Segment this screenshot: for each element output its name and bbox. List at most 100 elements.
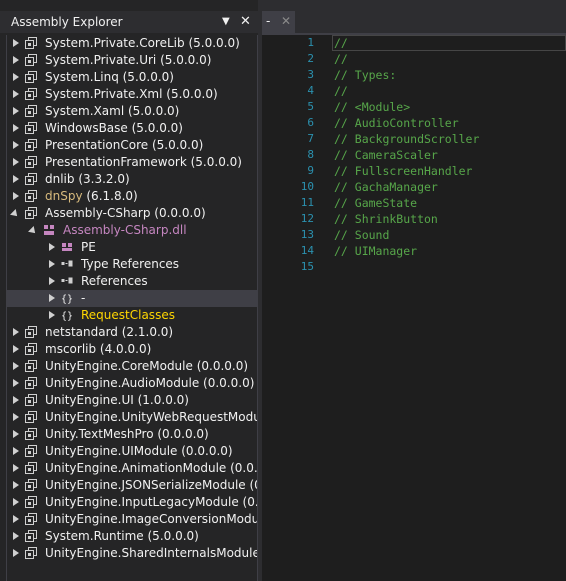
tree-item[interactable]: UnityEngine.SharedInternalsModule (0.0 — [7, 545, 257, 562]
tree-item[interactable]: UnityEngine.InputLegacyModule (0.0.0. — [7, 494, 257, 511]
tree-item[interactable]: UnityEngine.JSONSerializeModule (0. — [7, 477, 257, 494]
tree-item-version: (5.0.0.0) — [124, 104, 180, 118]
collapse-arrow-icon[interactable] — [13, 39, 19, 47]
tree-item-label: System.Private.Xml (5.0.0.0) — [45, 87, 218, 101]
tree-item[interactable]: Assembly-CSharp (0.0.0.0) — [7, 205, 257, 222]
tree-item-version: (3.3.2.0) — [74, 172, 130, 186]
tree-item[interactable]: UnityEngine.AudioModule (0.0.0.0) — [7, 375, 257, 392]
collapse-arrow-icon[interactable] — [13, 413, 19, 421]
tree-item[interactable]: PresentationFramework (5.0.0.0) — [7, 154, 257, 171]
code-line: // ShrinkButton — [334, 212, 438, 226]
collapse-arrow-icon[interactable] — [13, 532, 19, 540]
collapse-arrow-icon[interactable] — [13, 549, 19, 557]
collapse-arrow-icon[interactable] — [13, 107, 19, 115]
collapse-arrow-icon[interactable] — [13, 430, 19, 438]
tree-item[interactable]: Unity.TextMeshPro (0.0.0.0) — [7, 426, 257, 443]
tree-item[interactable]: System.Private.Uri (5.0.0.0) — [7, 52, 257, 69]
tab-close-icon[interactable]: ✕ — [281, 11, 291, 31]
collapse-arrow-icon[interactable] — [13, 328, 19, 336]
tab-label: - — [266, 14, 271, 28]
tree-item[interactable]: Type References — [7, 256, 257, 273]
tree-item[interactable]: System.Private.CoreLib (5.0.0.0) — [7, 35, 257, 52]
assembly-icon — [25, 360, 37, 372]
assembly-icon — [25, 377, 37, 389]
line-number: 15 — [300, 260, 314, 273]
collapse-arrow-icon[interactable] — [13, 56, 19, 64]
tree-item[interactable]: References — [7, 273, 257, 290]
tree-item-label: UnityEngine.JSONSerializeModule (0. — [45, 477, 257, 494]
collapse-arrow-icon[interactable] — [13, 345, 19, 353]
line-number: 12 — [300, 212, 314, 225]
collapse-arrow-icon[interactable] — [13, 73, 19, 81]
tree-item-label: Assembly-CSharp.dll — [63, 223, 187, 237]
code-line: // FullscreenHandler — [334, 164, 473, 178]
collapse-arrow-icon[interactable] — [13, 175, 19, 183]
collapse-arrow-icon[interactable] — [13, 192, 19, 200]
code-line: // CameraScaler — [334, 148, 438, 162]
tree-item-label: System.Private.CoreLib (5.0.0.0) — [45, 36, 240, 50]
tree-item[interactable]: dnSpy (6.1.8.0) — [7, 188, 257, 205]
tree-item[interactable]: PresentationCore (5.0.0.0) — [7, 137, 257, 154]
collapse-arrow-icon[interactable] — [13, 481, 19, 489]
collapse-arrow-icon[interactable] — [13, 141, 19, 149]
collapse-arrow-icon[interactable] — [13, 379, 19, 387]
line-number: 8 — [307, 148, 314, 161]
tree-item[interactable]: UnityEngine.AnimationModule (0.0.0.0) — [7, 460, 257, 477]
close-icon[interactable]: ✕ — [240, 11, 251, 33]
collapse-arrow-icon[interactable] — [13, 396, 19, 404]
collapse-arrow-icon[interactable] — [13, 362, 19, 370]
tree-item[interactable]: PE — [7, 239, 257, 256]
tree-item-version: (5.0.0.0) — [184, 36, 240, 50]
tree-item[interactable]: UnityEngine.UnityWebRequestModule ( — [7, 409, 257, 426]
pin-icon[interactable]: ▼ — [222, 11, 230, 33]
tree-item-label: System.Xaml (5.0.0.0) — [45, 104, 180, 118]
collapse-arrow-icon[interactable] — [13, 124, 19, 132]
collapse-arrow-icon[interactable] — [13, 158, 19, 166]
assembly-tree[interactable]: System.Private.CoreLib (5.0.0.0) System.P… — [6, 35, 258, 581]
expand-arrow-icon[interactable] — [28, 226, 38, 236]
namespace-icon: {} — [61, 309, 73, 322]
line-number-gutter: 1 2 3 4 5 6 7 8 9 10 11 12 13 14 15 — [262, 35, 320, 581]
line-number: 4 — [307, 84, 314, 97]
namespace-icon: {} — [61, 292, 73, 305]
tree-item[interactable]: netstandard (2.1.0.0) — [7, 324, 257, 341]
collapse-arrow-icon[interactable] — [49, 277, 55, 285]
tree-item[interactable]: Assembly-CSharp.dll — [7, 222, 257, 239]
tree-item[interactable]: {} - — [7, 290, 257, 307]
collapse-arrow-icon[interactable] — [13, 498, 19, 506]
line-number: 10 — [300, 180, 314, 193]
tree-item-label: UnityEngine.ImageConversionModule ( — [45, 512, 258, 526]
assembly-icon — [25, 173, 37, 185]
tree-item-version: (0.0.0.0) — [150, 206, 206, 220]
tree-item[interactable]: UnityEngine.UI (1.0.0.0) — [7, 392, 257, 409]
assembly-icon — [25, 88, 37, 100]
tree-item[interactable]: System.Linq (5.0.0.0) — [7, 69, 257, 86]
collapse-arrow-icon[interactable] — [13, 90, 19, 98]
tree-item[interactable]: dnlib (3.3.2.0) — [7, 171, 257, 188]
collapse-arrow-icon[interactable] — [49, 260, 55, 268]
tree-item-label: dnSpy (6.1.8.0) — [45, 189, 138, 203]
tree-item-label: PresentationFramework (5.0.0.0) — [45, 155, 242, 169]
expand-arrow-icon[interactable] — [10, 209, 20, 219]
tree-item[interactable]: System.Xaml (5.0.0.0) — [7, 103, 257, 120]
tree-item[interactable]: UnityEngine.CoreModule (0.0.0.0) — [7, 358, 257, 375]
collapse-arrow-icon[interactable] — [13, 447, 19, 455]
tree-item[interactable]: UnityEngine.ImageConversionModule ( — [7, 511, 257, 528]
tree-item[interactable]: System.Runtime (5.0.0.0) — [7, 528, 257, 545]
line-number: 9 — [307, 164, 314, 177]
tree-item[interactable]: UnityEngine.UIModule (0.0.0.0) — [7, 443, 257, 460]
collapse-arrow-icon[interactable] — [13, 464, 19, 472]
code-editor[interactable]: 1 2 3 4 5 6 7 8 9 10 11 12 13 14 15 ////// Types://// … — [262, 35, 566, 581]
tree-item-label: - — [81, 291, 86, 305]
assembly-icon — [25, 513, 37, 525]
tree-item[interactable]: mscorlib (4.0.0.0) — [7, 341, 257, 358]
collapse-arrow-icon[interactable] — [49, 294, 55, 302]
tree-item[interactable]: System.Private.Xml (5.0.0.0) — [7, 86, 257, 103]
tree-item[interactable]: WindowsBase (5.0.0.0) — [7, 120, 257, 137]
collapse-arrow-icon[interactable] — [49, 311, 55, 319]
tab-namespace[interactable]: - ✕ — [262, 11, 295, 33]
collapse-arrow-icon[interactable] — [13, 515, 19, 523]
tree-item[interactable]: {} RequestClasses — [7, 307, 257, 324]
collapse-arrow-icon[interactable] — [49, 243, 55, 251]
code-line: // — [334, 84, 348, 98]
